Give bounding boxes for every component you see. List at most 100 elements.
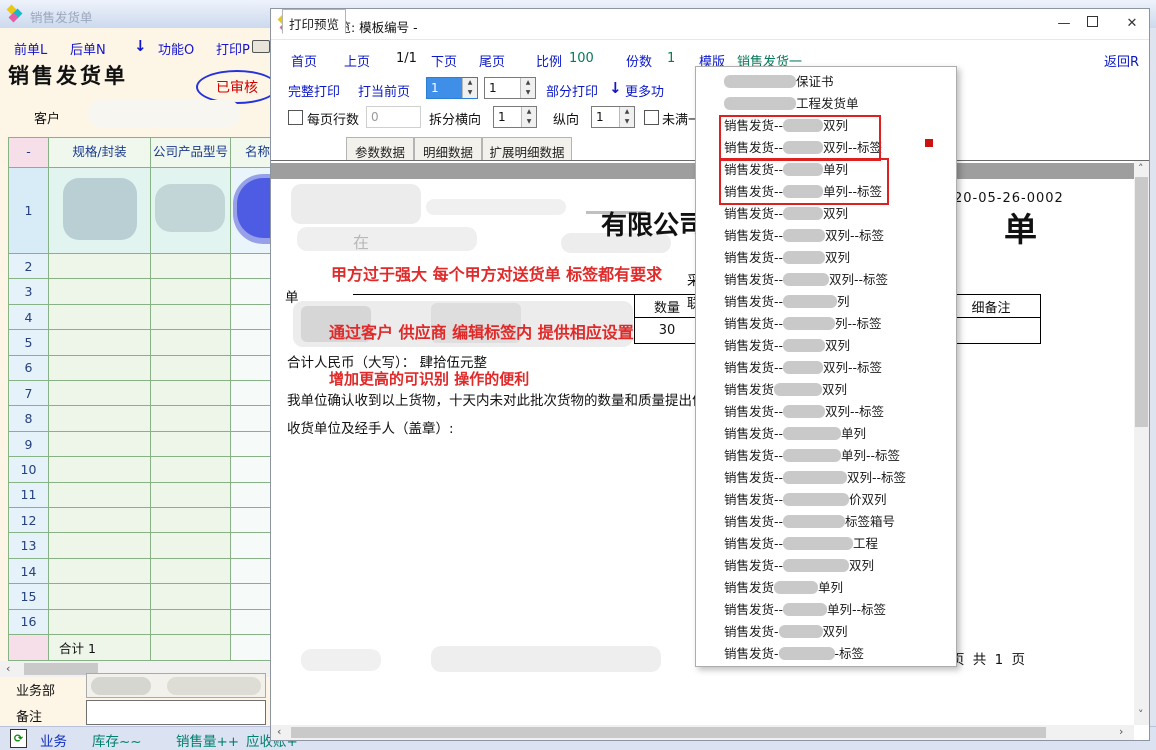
nav-business[interactable]: 业务 bbox=[40, 730, 67, 750]
print-button[interactable]: 打印P bbox=[216, 39, 250, 58]
template-menu-item[interactable]: 销售发货--双列--标签 bbox=[696, 225, 956, 247]
template-menu-item[interactable]: 销售发货--工程 bbox=[696, 533, 956, 555]
table-row[interactable]: 8 bbox=[9, 406, 271, 431]
table-row[interactable]: 12 bbox=[9, 508, 271, 533]
page-to-value[interactable]: 1 bbox=[485, 78, 520, 98]
maximize-button[interactable] bbox=[1079, 14, 1105, 34]
template-menu-item[interactable]: 销售发货--双列--标签 bbox=[696, 269, 956, 291]
table-row[interactable]: 6 bbox=[9, 356, 271, 381]
template-menu-item[interactable]: 销售发货单列 bbox=[696, 577, 956, 599]
copies-label: 份数 bbox=[626, 51, 652, 70]
rows-per-page-input[interactable]: 0 bbox=[366, 106, 421, 128]
scroll-down-icon[interactable]: ˅ bbox=[1138, 709, 1144, 720]
table-row[interactable]: 2 bbox=[9, 254, 271, 279]
template-menu-item[interactable]: 销售发货--双列 bbox=[696, 555, 956, 577]
template-menu-item[interactable]: 销售发货--标签箱号 bbox=[696, 511, 956, 533]
table-row[interactable]: 4 bbox=[9, 305, 271, 330]
template-menu-item[interactable]: 工程发货单 bbox=[696, 93, 956, 115]
down-arrow-icon[interactable]: ↓ bbox=[134, 37, 147, 55]
table-row[interactable]: 9 bbox=[9, 432, 271, 457]
confirmation-line: 我单位确认收到以上货物，十天内未对此批次货物的数量和质量提出何异议 bbox=[287, 389, 733, 409]
template-menu-item[interactable]: 销售发货-双列 bbox=[696, 621, 956, 643]
table-row[interactable]: 16 bbox=[9, 610, 271, 635]
dept-field[interactable] bbox=[86, 673, 266, 698]
template-menu-item[interactable]: 销售发货--双列 bbox=[696, 247, 956, 269]
template-menu-item[interactable]: 销售发货--标签 bbox=[696, 643, 956, 665]
scrollbar-thumb[interactable] bbox=[291, 727, 1046, 738]
spinner-arrows[interactable]: ▲▼ bbox=[619, 107, 634, 127]
prev-page-button[interactable]: 上页 bbox=[344, 51, 370, 70]
table-row[interactable]: 5 bbox=[9, 330, 271, 355]
last-page-button[interactable]: 尾页 bbox=[479, 51, 505, 70]
template-menu-item[interactable]: 销售发货--单列--标签 bbox=[696, 599, 956, 621]
spinner-arrows[interactable]: ▲▼ bbox=[521, 107, 536, 127]
nav-inventory[interactable]: 库存~~ bbox=[92, 730, 142, 750]
template-menu-item[interactable]: 销售发货--列--标签 bbox=[696, 313, 956, 335]
table-row[interactable]: 15 bbox=[9, 584, 271, 609]
table-row[interactable]: 13 bbox=[9, 533, 271, 558]
partial-print-button[interactable]: 部分打印 bbox=[546, 81, 598, 100]
table-row[interactable]: 14 bbox=[9, 559, 271, 584]
more-functions-button[interactable]: 更多功 bbox=[625, 81, 664, 100]
page-from-spinner[interactable]: 1 ▲▼ bbox=[426, 77, 478, 99]
template-menu-item[interactable]: 保证书 bbox=[696, 71, 956, 93]
table-row[interactable]: 10 bbox=[9, 457, 271, 482]
down-arrow-icon[interactable]: ↓ bbox=[609, 79, 622, 97]
nav-sales-qty[interactable]: 销售量++ bbox=[176, 730, 239, 750]
not-full-page-checkbox[interactable] bbox=[644, 110, 659, 125]
print-current-button[interactable]: 打当前页 bbox=[358, 81, 410, 100]
prev-doc-button[interactable]: 前单L bbox=[14, 39, 47, 58]
full-print-button[interactable]: 完整打印 bbox=[288, 81, 340, 100]
template-menu-item[interactable]: 销售发货--双列 bbox=[696, 335, 956, 357]
template-menu-item[interactable]: 销售发货--双列--标签 bbox=[696, 357, 956, 379]
rows-per-page-checkbox[interactable] bbox=[288, 110, 303, 125]
template-menu-item[interactable]: 销售发货--双列 bbox=[696, 203, 956, 225]
table-row[interactable]: 3 bbox=[9, 279, 271, 304]
template-menu-item[interactable]: 销售发货--双列--标签 bbox=[696, 467, 956, 489]
split-h-spinner[interactable]: 1 ▲▼ bbox=[493, 106, 537, 128]
split-v-spinner[interactable]: 1 ▲▼ bbox=[591, 106, 635, 128]
scroll-right-icon[interactable]: › bbox=[1119, 726, 1123, 737]
scroll-left-icon[interactable]: ‹ bbox=[6, 663, 10, 674]
refresh-doc-icon[interactable]: ⟳ bbox=[10, 729, 27, 748]
next-doc-button[interactable]: 后单N bbox=[70, 39, 106, 58]
template-menu-item[interactable]: 销售发货--单列--标签 bbox=[696, 445, 956, 467]
spinner-arrows[interactable]: ▲▼ bbox=[520, 78, 535, 98]
scale-value[interactable]: 100 bbox=[569, 51, 594, 66]
printer-icon[interactable] bbox=[252, 40, 270, 53]
empty-cell bbox=[231, 533, 271, 558]
template-menu-item[interactable]: 销售发货双列 bbox=[696, 379, 956, 401]
page-to-spinner[interactable]: 1 ▲▼ bbox=[484, 77, 536, 99]
template-menu-item[interactable]: 销售发货--单列 bbox=[696, 423, 956, 445]
table-row[interactable]: 11 bbox=[9, 483, 271, 508]
tab-param-data[interactable]: 参数数据 bbox=[346, 137, 414, 161]
preview-titlebar[interactable]: 报表预览: 模板编号 - — ✕ bbox=[271, 9, 1149, 40]
close-button[interactable]: ✕ bbox=[1119, 14, 1145, 34]
empty-cell bbox=[49, 559, 151, 584]
tab-print-preview[interactable]: 打印预览 bbox=[282, 9, 346, 34]
template-menu-item[interactable]: 销售发货--价双列 bbox=[696, 489, 956, 511]
tab-extended-detail-data[interactable]: 扩展明细数据 bbox=[482, 137, 572, 161]
split-v-value[interactable]: 1 bbox=[592, 107, 619, 127]
table-row[interactable]: 7 bbox=[9, 381, 271, 406]
next-page-button[interactable]: 下页 bbox=[431, 51, 457, 70]
table-row[interactable]: 1 bbox=[9, 168, 271, 254]
copies-value[interactable]: 1 bbox=[667, 51, 675, 66]
tab-detail-data[interactable]: 明细数据 bbox=[414, 137, 482, 161]
page-from-value[interactable]: 1 bbox=[427, 78, 462, 98]
scrollbar-thumb[interactable] bbox=[1135, 177, 1148, 427]
functions-button[interactable]: 功能O bbox=[158, 39, 194, 58]
preview-h-scrollbar[interactable]: ‹ › bbox=[271, 725, 1134, 740]
first-page-button[interactable]: 首页 bbox=[291, 51, 317, 70]
back-button[interactable]: 返回R bbox=[1104, 51, 1139, 70]
note-input[interactable] bbox=[86, 700, 266, 725]
split-h-value[interactable]: 1 bbox=[494, 107, 521, 127]
total-cell bbox=[151, 635, 231, 661]
template-menu-item[interactable]: 销售发货--双列--标签 bbox=[696, 401, 956, 423]
scroll-left-icon[interactable]: ‹ bbox=[277, 726, 281, 737]
minimize-button[interactable]: — bbox=[1051, 14, 1077, 34]
spinner-arrows[interactable]: ▲▼ bbox=[462, 78, 477, 98]
scroll-up-icon[interactable]: ˄ bbox=[1138, 163, 1144, 174]
preview-v-scrollbar[interactable]: ˄ ˅ bbox=[1134, 161, 1149, 725]
template-menu-item[interactable]: 销售发货--列 bbox=[696, 291, 956, 313]
